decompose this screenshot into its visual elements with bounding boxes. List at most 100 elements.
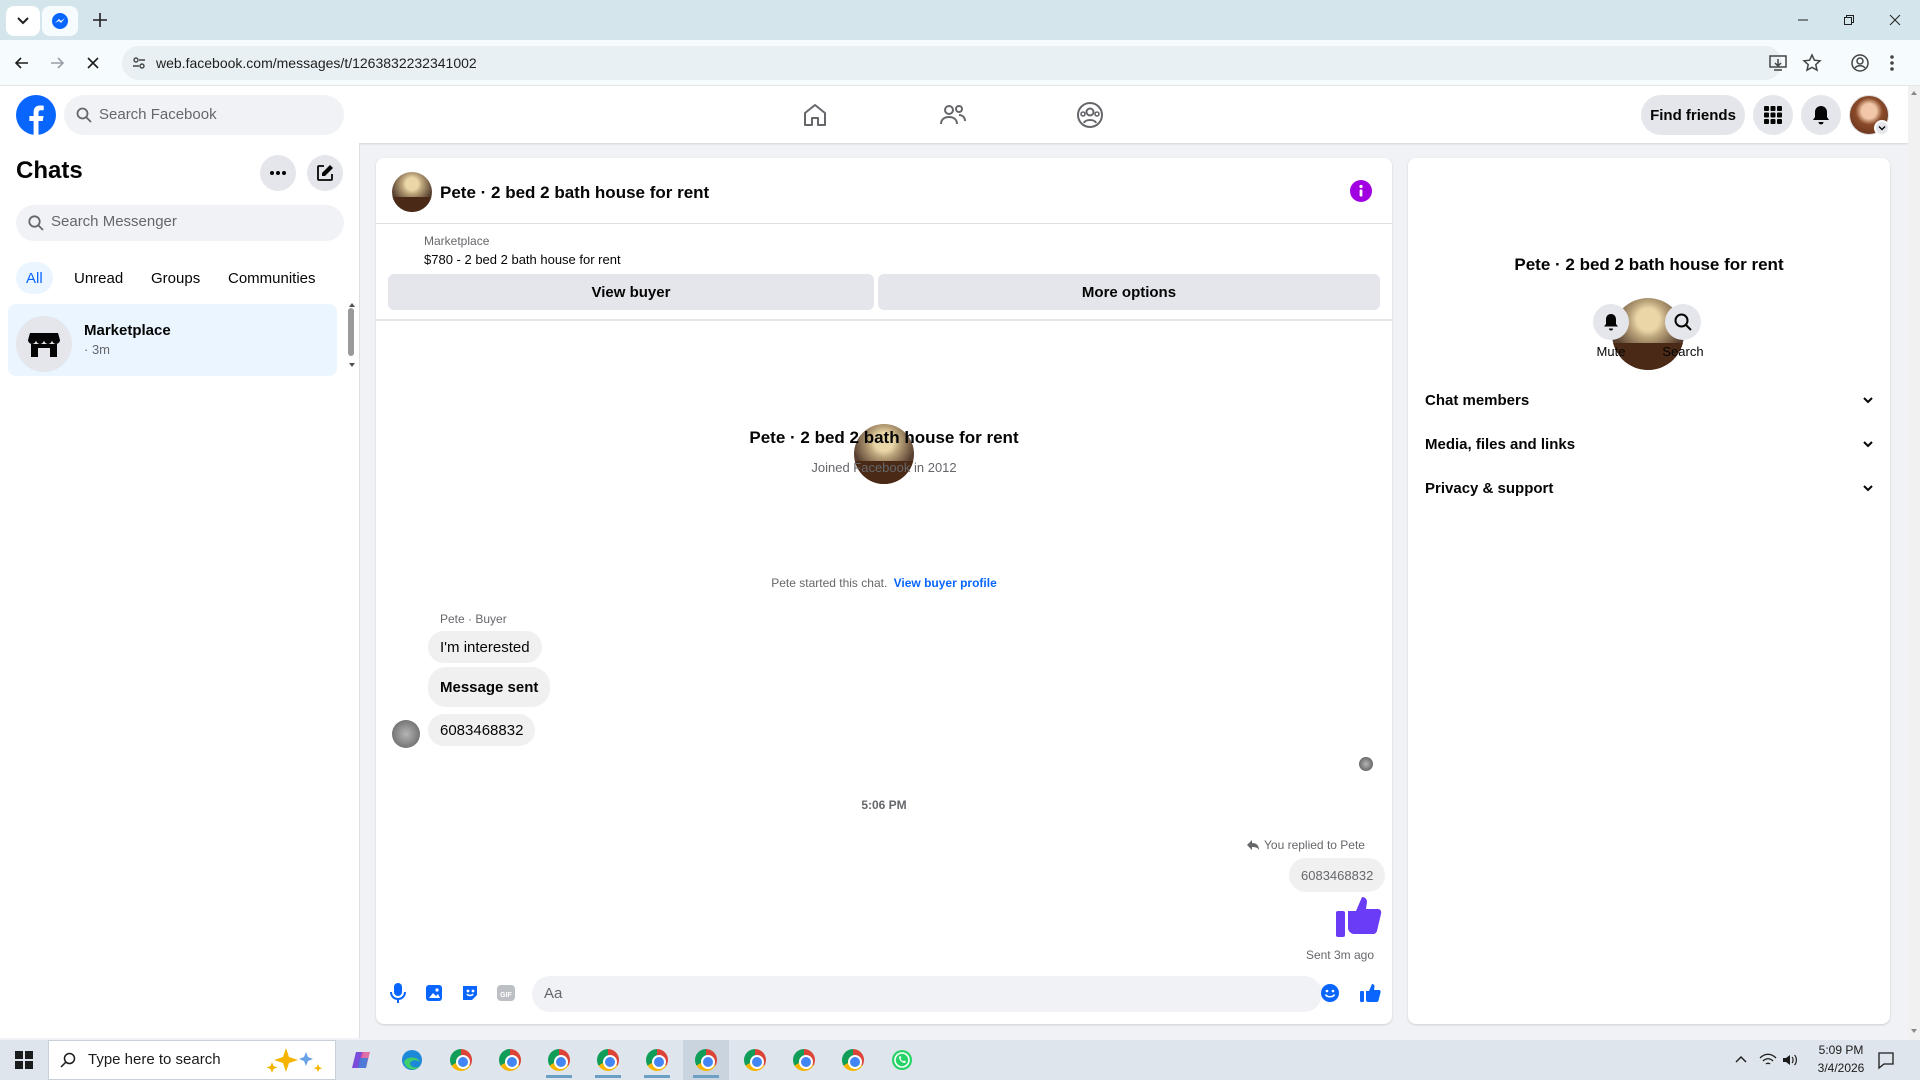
find-friends-button[interactable]: Find friends <box>1641 95 1745 135</box>
message-input[interactable] <box>532 976 1322 1012</box>
account-chevron-icon[interactable] <box>1874 120 1890 136</box>
listing-title[interactable]: $780 - 2 bed 2 bath house for rent <box>424 252 621 267</box>
message-input-placeholder[interactable]: Aa <box>544 985 562 1002</box>
profile-joined: Joined Facebook in 2012 <box>811 460 957 475</box>
page-scrollbar[interactable] <box>1908 86 1920 1040</box>
taskbar-whatsapp-app[interactable] <box>882 1044 922 1076</box>
profile-icon[interactable] <box>1850 53 1870 73</box>
groups-nav-button[interactable] <box>1074 99 1106 131</box>
restore-button[interactable] <box>1826 8 1872 32</box>
reply-icon <box>1246 839 1260 851</box>
view-buyer-button[interactable]: View buyer <box>388 274 874 310</box>
install-app-icon[interactable] <box>1768 53 1788 73</box>
taskbar-chrome-app[interactable] <box>784 1044 824 1076</box>
attach-media-button[interactable] <box>424 983 444 1003</box>
view-buyer-profile-link[interactable]: View buyer profile <box>894 576 997 590</box>
filter-all[interactable]: All <box>16 262 53 294</box>
voice-clip-button[interactable] <box>388 982 408 1004</box>
network-icon[interactable] <box>1759 1052 1777 1068</box>
site-info-icon[interactable] <box>130 54 148 72</box>
gif-button[interactable]: GIF <box>496 983 516 1003</box>
friends-nav-button[interactable] <box>937 99 969 131</box>
restore-icon <box>1844 15 1854 25</box>
windows-logo-icon <box>15 1051 33 1069</box>
notification-center-icon[interactable] <box>1876 1050 1896 1070</box>
tab-search-button[interactable] <box>6 6 40 36</box>
new-tab-button[interactable] <box>88 8 112 32</box>
chrome-icon <box>597 1049 619 1071</box>
browser-tab-active[interactable] <box>42 6 78 36</box>
search-icon <box>1674 313 1692 331</box>
taskbar-chrome-app[interactable] <box>539 1044 579 1076</box>
taskbar-search-placeholder[interactable]: Type here to search <box>88 1051 221 1068</box>
chrome-icon <box>499 1049 521 1071</box>
taskbar-chrome-app[interactable] <box>637 1044 677 1076</box>
scroll-down-arrow-icon[interactable] <box>1910 1028 1918 1034</box>
taskbar-chrome-app[interactable] <box>735 1044 775 1076</box>
forward-button[interactable] <box>43 51 71 75</box>
stop-loading-button[interactable] <box>79 51 107 75</box>
reply-quote[interactable]: 6083468832 <box>1289 858 1386 892</box>
section-label: Privacy & support <box>1425 479 1554 497</box>
conversation-title[interactable]: Pete · 2 bed 2 bath house for rent <box>440 183 709 203</box>
incoming-message[interactable]: Message sent <box>428 667 551 707</box>
facebook-search-placeholder[interactable]: Search Facebook <box>99 106 217 123</box>
back-button[interactable] <box>8 51 36 75</box>
more-options-button[interactable]: More options <box>878 274 1380 310</box>
messenger-search-placeholder[interactable]: Search Messenger <box>51 213 177 230</box>
new-message-button[interactable] <box>307 155 343 191</box>
chrome-icon <box>695 1049 717 1071</box>
privacy-support-section[interactable]: Privacy & support <box>1425 468 1875 508</box>
scroll-up-arrow-icon[interactable] <box>1910 90 1918 96</box>
incoming-message[interactable]: 6083468832 <box>428 714 536 746</box>
sticker-button[interactable] <box>460 983 480 1003</box>
menu-button[interactable] <box>1753 95 1793 135</box>
notifications-button[interactable] <box>1801 95 1841 135</box>
conversation-avatar[interactable] <box>392 172 432 212</box>
home-icon <box>804 104 826 126</box>
send-like-button[interactable] <box>1359 982 1381 1004</box>
filter-unread[interactable]: Unread <box>64 262 133 294</box>
taskbar-edge-app[interactable] <box>392 1044 432 1076</box>
search-icon <box>60 1052 76 1068</box>
chat-item-name: Marketplace <box>84 322 171 339</box>
bookmark-star-icon[interactable] <box>1802 53 1822 73</box>
time-divider: 5:06 PM <box>861 798 907 812</box>
filter-groups[interactable]: Groups <box>141 262 210 294</box>
sender-avatar-small[interactable] <box>392 720 420 748</box>
mute-button[interactable] <box>1593 304 1629 340</box>
taskbar-chrome-app[interactable] <box>833 1044 873 1076</box>
home-nav-button[interactable] <box>799 99 831 131</box>
search-label: Search <box>1662 344 1704 359</box>
reply-label: You replied to Pete <box>1264 838 1365 852</box>
minimize-button[interactable] <box>1780 8 1826 32</box>
sent-thumbs-up-icon[interactable] <box>1332 889 1384 939</box>
taskbar-chrome-app[interactable] <box>490 1044 530 1076</box>
taskbar-chrome-app[interactable] <box>441 1044 481 1076</box>
filter-communities[interactable]: Communities <box>218 262 326 294</box>
taskbar-chrome-app[interactable] <box>588 1044 628 1076</box>
volume-icon[interactable] <box>1781 1052 1799 1068</box>
media-files-links-section[interactable]: Media, files and links <box>1425 424 1875 464</box>
chat-options-button[interactable] <box>260 155 296 191</box>
read-receipt-avatar <box>1359 757 1373 771</box>
show-hidden-icons-chevron-icon[interactable] <box>1734 1053 1748 1067</box>
url-text[interactable]: web.facebook.com/messages/t/126383223234… <box>156 55 477 71</box>
chat-members-section[interactable]: Chat members <box>1425 380 1875 420</box>
scroll-down-arrow-icon[interactable] <box>348 362 356 368</box>
close-window-button[interactable] <box>1872 8 1918 32</box>
chevron-down-icon <box>1863 441 1873 448</box>
taskbar-copilot-app[interactable] <box>342 1044 382 1076</box>
compose-icon <box>317 165 333 181</box>
search-in-chat-button[interactable] <box>1665 304 1701 340</box>
conversation-info-button[interactable] <box>1350 180 1372 202</box>
browser-menu-icon[interactable] <box>1888 53 1896 73</box>
incoming-message[interactable]: I'm interested <box>428 631 542 663</box>
start-button[interactable] <box>0 1040 48 1080</box>
chat-list-scrollbar[interactable] <box>348 308 354 356</box>
clock-time[interactable]: 5:09 PM <box>1806 1043 1876 1057</box>
facebook-logo[interactable] <box>16 95 56 135</box>
emoji-button[interactable] <box>1320 983 1340 1003</box>
clock-date[interactable]: 3/4/2026 <box>1806 1061 1876 1075</box>
taskbar-chrome-app-active[interactable] <box>686 1044 726 1076</box>
